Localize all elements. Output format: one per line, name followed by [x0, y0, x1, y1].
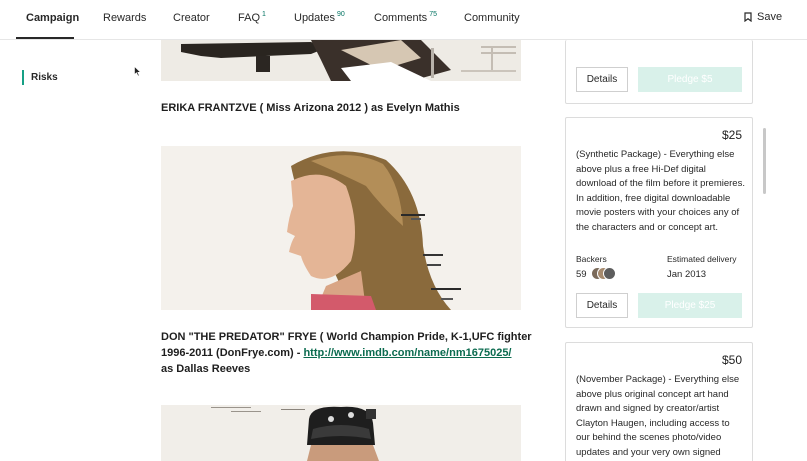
reward-card-50: $50 (November Package) - Everything else…: [565, 342, 753, 461]
tab-faq[interactable]: FAQ 1: [238, 11, 266, 24]
tab-comments[interactable]: Comments 75: [374, 11, 437, 24]
cast-caption-2-line-3: as Dallas Reeves: [161, 363, 251, 375]
tab-community[interactable]: Community: [464, 12, 520, 24]
comments-count: 75: [429, 11, 437, 19]
pledge-button[interactable]: Pledge $25: [638, 293, 742, 318]
bookmark-icon: [744, 12, 752, 22]
avatar: [603, 267, 616, 280]
tab-updates[interactable]: Updates 90: [294, 11, 345, 24]
details-button[interactable]: Details: [576, 293, 628, 318]
reward-card-25: $25 (Synthetic Package) - Everything els…: [565, 117, 753, 328]
active-tab-indicator: [16, 37, 74, 39]
cast-photo-1: [161, 40, 521, 81]
cast-caption-1: ERIKA FRANTZVE ( Miss Arizona 2012 ) as …: [161, 102, 460, 114]
cast-photo-2: [161, 146, 521, 310]
sidebar-item-label: Risks: [31, 72, 58, 83]
reward-description: (November Package) - Everything else abo…: [576, 374, 740, 458]
cast-caption-2-line-1: DON "THE PREDATOR" FRYE ( World Champion…: [161, 331, 532, 343]
reward-price: $25: [721, 128, 742, 142]
rewards-scrollbar[interactable]: [763, 128, 766, 194]
reward-card-5: Details Pledge $5: [565, 40, 753, 104]
imdb-link[interactable]: http://www.imdb.com/name/nm1675025/: [303, 347, 511, 359]
backers-label: Backers: [576, 254, 607, 264]
cast-photo-3: [161, 405, 521, 461]
mouse-cursor-icon: [134, 66, 142, 77]
details-button[interactable]: Details: [576, 67, 628, 92]
backer-avatars: [591, 267, 621, 281]
tab-campaign[interactable]: Campaign: [26, 12, 79, 24]
faq-count: 1: [262, 11, 266, 19]
tab-creator[interactable]: Creator: [173, 12, 210, 24]
cast-caption-2-line-2: 1996-2011 (DonFrye.com) - http://www.imd…: [161, 345, 541, 361]
save-button[interactable]: Save: [744, 11, 782, 23]
save-label: Save: [757, 11, 783, 23]
delivery-label: Estimated delivery: [667, 254, 737, 264]
reward-description: (Synthetic Package) - Everything else ab…: [576, 149, 745, 233]
delivery-value: Jan 2013: [667, 269, 707, 280]
cast-caption-2: DON "THE PREDATOR" FRYE ( World Champion…: [161, 329, 541, 377]
reward-price: $50: [721, 353, 742, 367]
pledge-button[interactable]: Pledge $5: [638, 67, 742, 92]
cast-caption-2-text: 1996-2011 (DonFrye.com) -: [161, 347, 304, 359]
top-nav: Campaign Rewards Creator FAQ 1 Updates 90 …: [0, 0, 807, 40]
tab-rewards[interactable]: Rewards: [103, 12, 146, 24]
backers-count: 59: [576, 269, 587, 280]
updates-count: 90: [336, 11, 345, 19]
sidebar-item-risks[interactable]: Risks: [22, 70, 58, 85]
